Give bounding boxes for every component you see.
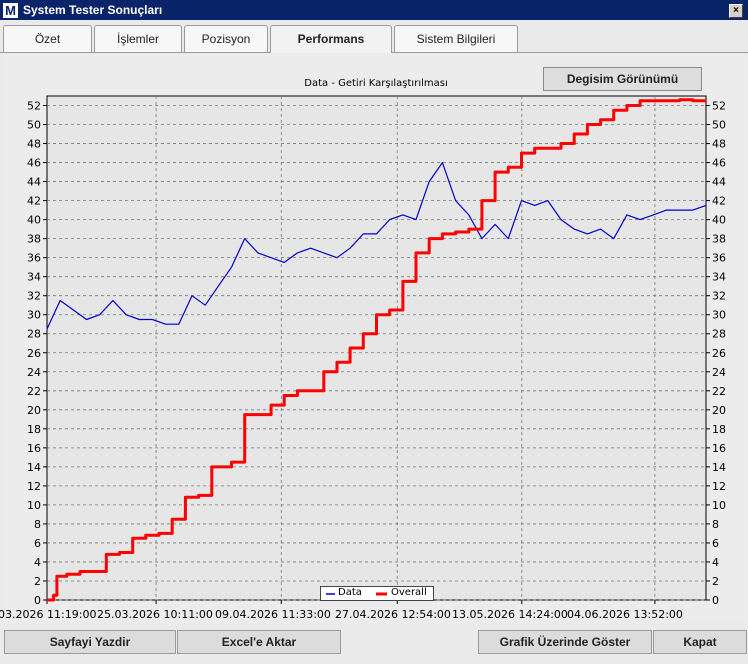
y-tick-label-left: 50	[27, 119, 41, 132]
y-tick-label-right: 26	[712, 347, 726, 360]
print-page-button[interactable]: Sayfayi Yazdir	[4, 630, 176, 654]
y-tick-label-right: 50	[712, 119, 726, 132]
swap-view-button[interactable]: Degisim Görünümü	[543, 67, 702, 91]
close-button[interactable]: Kapat	[653, 630, 747, 654]
y-tick-label-left: 22	[27, 385, 41, 398]
y-tick-label-right: 2	[712, 575, 719, 588]
y-tick-label-left: 40	[27, 214, 41, 227]
y-tick-label-left: 24	[27, 366, 41, 379]
y-tick-label-right: 12	[712, 480, 726, 493]
y-tick-label-right: 24	[712, 366, 726, 379]
export-excel-button[interactable]: Excel'e Aktar	[177, 630, 341, 654]
y-tick-label-right: 18	[712, 423, 726, 436]
y-tick-label-right: 6	[712, 537, 719, 550]
y-tick-label-right: 46	[712, 157, 726, 170]
y-tick-label-left: 10	[27, 499, 41, 512]
y-tick-label-right: 4	[712, 556, 719, 569]
x-tick-label: 9.03.2026 11:19:00	[0, 608, 96, 621]
y-tick-label-left: 48	[27, 138, 41, 151]
y-tick-label-right: 52	[712, 100, 726, 113]
y-tick-label-left: 32	[27, 290, 41, 303]
performance-chart: 0 02 24 46 68 810 1012 1214 1416 1618 1820 2022 2224…	[0, 78, 726, 621]
y-tick-label-right: 38	[712, 233, 726, 246]
x-tick-label: 25.03.2026 10:11:00	[97, 608, 213, 621]
x-tick-label: 27.04.2026 12:54:00	[335, 608, 451, 621]
y-tick-label-left: 2	[34, 575, 41, 588]
y-tick-label-right: 28	[712, 328, 726, 341]
y-tick-label-left: 26	[27, 347, 41, 360]
show-on-chart-button[interactable]: Grafik Üzerinde Göster	[478, 630, 652, 654]
plot-area	[46, 95, 707, 601]
legend-label-data: Data	[338, 587, 362, 598]
y-tick-label-left: 6	[34, 537, 41, 550]
y-tick-label-left: 18	[27, 423, 41, 436]
y-tick-label-left: 36	[27, 252, 41, 265]
y-tick-label-left: 52	[27, 100, 41, 113]
y-tick-label-right: 30	[712, 309, 726, 322]
y-tick-label-left: 30	[27, 309, 41, 322]
y-tick-label-right: 8	[712, 518, 719, 531]
y-tick-label-left: 16	[27, 442, 41, 455]
x-tick-label: 04.06.2026 13:52:00	[567, 608, 683, 621]
y-tick-label-right: 14	[712, 461, 726, 474]
y-tick-label-right: 42	[712, 195, 726, 208]
y-tick-label-right: 20	[712, 404, 726, 417]
y-tick-label-right: 22	[712, 385, 726, 398]
y-tick-label-left: 44	[27, 176, 41, 189]
y-tick-label-left: 0	[34, 594, 41, 607]
y-tick-label-left: 42	[27, 195, 41, 208]
y-tick-label-left: 28	[27, 328, 41, 341]
x-tick-label: 09.04.2026 11:33:00	[215, 608, 331, 621]
y-tick-label-left: 14	[27, 461, 41, 474]
y-tick-label-left: 34	[27, 271, 41, 284]
y-tick-label-right: 34	[712, 271, 726, 284]
x-tick-label: 13.05.2026 14:24:00	[452, 608, 568, 621]
bottom-toolbar: Sayfayi Yazdir Excel'e Aktar Grafik Üzer…	[0, 628, 748, 664]
y-tick-label-left: 20	[27, 404, 41, 417]
y-tick-label-left: 46	[27, 157, 41, 170]
y-tick-label-right: 0	[712, 594, 719, 607]
y-tick-label-right: 36	[712, 252, 726, 265]
y-tick-label-right: 44	[712, 176, 726, 189]
y-tick-label-right: 48	[712, 138, 726, 151]
y-tick-label-left: 38	[27, 233, 41, 246]
chart-legend: Data Overall	[320, 586, 434, 601]
y-tick-label-right: 16	[712, 442, 726, 455]
y-tick-label-right: 40	[712, 214, 726, 227]
y-tick-label-left: 8	[34, 518, 41, 531]
y-tick-label-right: 10	[712, 499, 726, 512]
y-tick-label-right: 32	[712, 290, 726, 303]
y-tick-label-left: 12	[27, 480, 41, 493]
chart-title: Data - Getiri Karşılaştırılması	[304, 78, 447, 89]
legend-label-overall: Overall	[391, 587, 427, 598]
tab-performans[interactable]: Performans	[270, 25, 392, 53]
y-tick-label-left: 4	[34, 556, 41, 569]
